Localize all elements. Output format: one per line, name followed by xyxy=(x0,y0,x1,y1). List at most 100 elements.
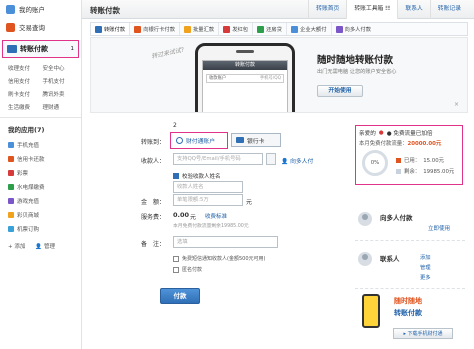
sidebar-sub-item[interactable]: 理财通 xyxy=(43,103,78,111)
app-label: 彩贝商城 xyxy=(17,213,40,219)
sidebar-item-transfer[interactable]: 转账付款 1 xyxy=(2,40,79,58)
plane-icon xyxy=(8,226,14,232)
used-label: 已用： xyxy=(404,158,421,164)
sidebar-sub-item[interactable]: 手机支付 xyxy=(43,77,78,85)
amount-input[interactable]: 单笔限额:5万 xyxy=(173,194,243,206)
close-icon[interactable]: × xyxy=(454,101,459,108)
tool-transfer[interactable]: 转账付款 xyxy=(91,23,131,35)
month-label: 本月免费付款流量： xyxy=(359,141,408,147)
contacts-add-link[interactable]: 添加 xyxy=(420,253,431,261)
phone-speaker xyxy=(236,50,254,53)
sidebar-footer: + 添加 👤 管理 xyxy=(0,236,81,250)
notify-checkbox[interactable] xyxy=(173,255,179,262)
app-item[interactable]: 信用卡还款 xyxy=(0,152,81,166)
bank-card-icon xyxy=(134,25,142,33)
tool-multi-pay[interactable]: 向多人付款 xyxy=(332,23,376,35)
notify-row: 免费短信通知收款人(金额500元可用) xyxy=(173,255,265,262)
nav-link-toolbox[interactable]: 转账工具箱 ☷ xyxy=(346,0,398,19)
app-label: 游戏充值 xyxy=(17,199,40,205)
tab-caifutong-account[interactable]: 财付通账户 xyxy=(170,132,228,149)
enterprise-icon xyxy=(291,25,299,33)
tool-batch[interactable]: 批量汇款 xyxy=(180,23,220,35)
contacts-links: 添加 管理 更多 xyxy=(420,253,431,281)
fee-standard-link[interactable]: 收费标准 xyxy=(205,212,227,220)
sidebar-sub-item[interactable]: 收理支付 xyxy=(8,64,43,72)
utility-icon xyxy=(8,184,14,190)
pay-button[interactable]: 付款 xyxy=(160,288,200,304)
phone-topup-icon xyxy=(8,142,14,148)
top-nav: 转账付款 转账首页 转账工具箱 ☷ 联系人 转账记录 xyxy=(82,0,474,19)
nav-link-contacts[interactable]: 联系人 xyxy=(397,0,429,19)
promo-title: 随时随地 xyxy=(394,297,422,305)
app-item[interactable]: 手机充值 xyxy=(0,138,81,152)
fee-unit: 元 xyxy=(190,214,197,221)
phone-screen-title: 转账付款 xyxy=(203,61,287,70)
credit-card-icon xyxy=(8,156,14,162)
amount-unit: 元 xyxy=(246,199,253,206)
download-app-button[interactable]: ▸ 下载手机财付通 xyxy=(393,328,453,339)
free-quota-text: ● 免费流量已加倍 xyxy=(386,131,433,137)
payee-name-input[interactable]: 收款人姓名 xyxy=(173,181,243,193)
app-label: 彩票 xyxy=(17,171,29,177)
tool-label: 向银行卡付款 xyxy=(143,27,175,33)
annotation-marker: 1 xyxy=(70,46,75,52)
sidebar-sub-items: 收理支付 安全中心 信用支付 手机支付 刷卡支付 腾讯外卖 生活缴费 理财通 xyxy=(0,58,81,115)
tab-bank-card[interactable]: 银行卡 xyxy=(231,133,281,147)
contacts-manage-link[interactable]: 管理 xyxy=(420,263,431,271)
contacts-picker-icon[interactable] xyxy=(266,153,276,165)
contacts-title: 联系人 xyxy=(380,255,400,263)
quota-ring: 0% xyxy=(362,150,388,176)
plus-icon: + xyxy=(8,244,13,250)
phone-field-hint: 手机号/QQ xyxy=(259,76,281,81)
tool-mortgage[interactable]: 还房贷 xyxy=(253,23,288,35)
tool-bank-card[interactable]: 向银行卡付款 xyxy=(130,23,180,35)
sidebar-sub-item[interactable]: 生活缴费 xyxy=(8,103,43,111)
sidebar-sub-item[interactable]: 腾讯外卖 xyxy=(43,90,78,98)
sidebar-sub-item[interactable]: 刷卡支付 xyxy=(8,90,43,98)
phone-screen-field: 收款账户 手机号/QQ xyxy=(206,74,284,83)
app-item[interactable]: 水电煤缴费 xyxy=(0,180,81,194)
payee-input[interactable]: 支持QQ号/Email/手机号码 xyxy=(173,153,263,165)
avatar xyxy=(358,212,372,226)
transfer-to-label: 转账到： xyxy=(140,139,165,146)
anonymous-checkbox[interactable] xyxy=(173,266,179,273)
link-label: 向多人付 xyxy=(290,159,314,165)
to-multiple-link[interactable]: 👤 向多人付 xyxy=(281,156,313,165)
app-item[interactable]: 彩票 xyxy=(0,166,81,180)
anonymous-row: 匿名付款 xyxy=(173,266,202,273)
app-item[interactable]: 游戏充值 xyxy=(0,194,81,208)
notify-label: 免费短信通知收款人(金额500元可用) xyxy=(182,256,266,262)
manage-app-link[interactable]: 👤 管理 xyxy=(35,242,55,250)
promo-banner: 转过来试试? 转账付款 收款账户 手机号/QQ 随时随地转账付款 出门无需电脑 让… xyxy=(90,37,468,113)
sidebar-sub-item[interactable]: 安全中心 xyxy=(43,64,78,72)
tool-red-packet[interactable]: 发红包 xyxy=(219,23,254,35)
nav-link-records[interactable]: 转账记录 xyxy=(429,0,468,19)
remark-input[interactable]: 选填 xyxy=(173,236,278,248)
add-app-link[interactable]: + 添加 xyxy=(8,242,25,250)
batch-icon xyxy=(184,25,191,33)
manage-label: 管理 xyxy=(43,244,55,250)
tool-enterprise[interactable]: 企业大额付 xyxy=(287,23,332,35)
app-label: 机票订购 xyxy=(17,227,40,233)
app-item[interactable]: 机票订购 xyxy=(0,222,81,236)
left-swatch xyxy=(396,168,401,174)
start-using-button[interactable]: 开始使用 xyxy=(317,85,363,97)
verify-name-label: 校验收款人姓名 xyxy=(182,174,221,180)
app-item[interactable]: 彩贝商城 xyxy=(0,208,81,222)
person-icon: 👤 xyxy=(35,244,43,250)
multi-pay-link[interactable]: 立即使用 xyxy=(428,224,450,232)
sidebar-item-my-account[interactable]: 我的账户 xyxy=(0,0,81,18)
payee-label: 收款人： xyxy=(140,158,165,165)
nav-link-home[interactable]: 转账首页 xyxy=(308,0,346,19)
sidebar-item-label: 转账付款 xyxy=(20,45,48,53)
contacts-more-link[interactable]: 更多 xyxy=(420,273,431,281)
amount-label: 金 额： xyxy=(140,199,165,206)
sidebar-sub-item[interactable]: 信用支付 xyxy=(8,77,43,85)
verify-name-checkbox[interactable] xyxy=(173,173,179,179)
sidebar-item-transaction-query[interactable]: 交易查询 xyxy=(0,18,81,36)
verify-name-row: 校验收款人姓名 xyxy=(173,172,221,180)
used-row: 已用： 15.00元 xyxy=(396,156,444,164)
annotation-marker: 2 xyxy=(173,122,177,129)
anonymous-label: 匿名付款 xyxy=(182,267,203,273)
contact-icon xyxy=(358,252,372,266)
